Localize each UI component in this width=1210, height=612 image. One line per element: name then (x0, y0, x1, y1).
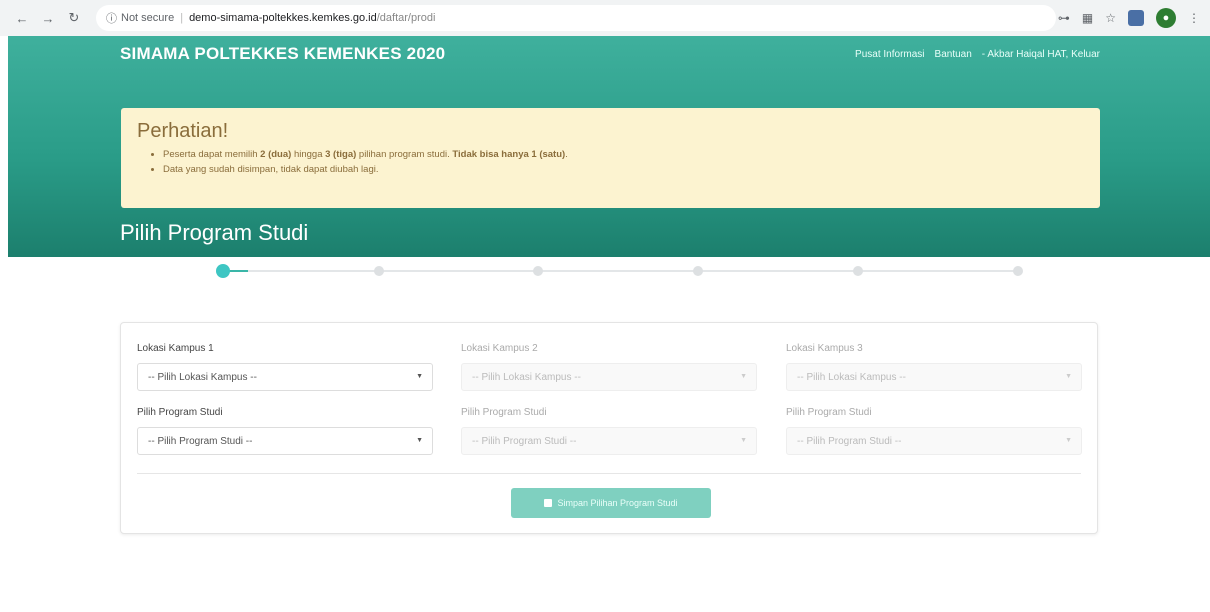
campus-2-select[interactable]: -- Pilih Lokasi Kampus -- ▼ (461, 363, 757, 391)
nav-user-logout[interactable]: - Akbar Haiqal HAT, Keluar (982, 49, 1100, 60)
prodi-1-select[interactable]: -- Pilih Program Studi -- ▼ (137, 427, 433, 455)
step-2-dot (374, 266, 384, 276)
prodi-form-card: Lokasi Kampus 1 -- Pilih Lokasi Kampus -… (120, 322, 1098, 534)
security-label: Not secure (121, 12, 175, 24)
campus-2-label: Lokasi Kampus 2 (461, 343, 538, 354)
alert-item-1-mid-2: pilihan program studi. (356, 149, 453, 160)
reload-icon[interactable]: ↻ (62, 6, 86, 30)
alert-item-2: Data yang sudah disimpan, tidak dapat di… (163, 164, 1084, 175)
top-nav: Pusat Informasi Bantuan - Akbar Haiqal H… (855, 49, 1100, 60)
campus-3-value: -- Pilih Lokasi Kampus -- (797, 371, 906, 383)
nav-bantuan[interactable]: Bantuan (935, 49, 972, 60)
menu-dots-icon[interactable]: ⋮ (1188, 11, 1200, 25)
step-3-dot (533, 266, 543, 276)
caret-down-icon: ▼ (416, 373, 423, 380)
prodi-2-field: Pilih Program Studi -- Pilih Program Stu… (461, 407, 757, 455)
campus-3-label: Lokasi Kampus 3 (786, 343, 863, 354)
url-path: /daftar/prodi (376, 12, 436, 24)
alert-item-1-bold-3: Tidak bisa hanya 1 (satu) (452, 149, 566, 160)
campus-3-field: Lokasi Kampus 3 -- Pilih Lokasi Kampus -… (786, 343, 1082, 391)
translate-icon[interactable]: ▦ (1082, 11, 1093, 25)
alert-item-1-end: . (565, 149, 568, 160)
caret-down-icon: ▼ (416, 437, 423, 444)
campus-1-value: -- Pilih Lokasi Kampus -- (148, 371, 257, 383)
campus-1-field: Lokasi Kampus 1 -- Pilih Lokasi Kampus -… (137, 343, 433, 391)
browser-actions: ⊶ ▦ ☆ ● ⋮ (1058, 8, 1200, 28)
campus-1-label: Lokasi Kampus 1 (137, 343, 214, 354)
progress-stepper (216, 264, 1023, 278)
campus-3-select[interactable]: -- Pilih Lokasi Kampus -- ▼ (786, 363, 1082, 391)
page-header: SIMAMA POLTEKKES KEMENKES 2020 Pusat Inf… (8, 36, 1210, 257)
extension-icon[interactable] (1128, 10, 1144, 26)
save-prodi-button[interactable]: Simpan Pilihan Program Studi (511, 488, 711, 518)
profile-avatar-icon[interactable]: ● (1156, 8, 1176, 28)
step-1-dot (216, 264, 230, 278)
campus-2-field: Lokasi Kampus 2 -- Pilih Lokasi Kampus -… (461, 343, 757, 391)
alert-list: Peserta dapat memilih 2 (dua) hingga 3 (… (137, 149, 1084, 175)
prodi-3-field: Pilih Program Studi -- Pilih Program Stu… (786, 407, 1082, 455)
alert-title: Perhatian! (137, 120, 229, 142)
prodi-3-label: Pilih Program Studi (786, 407, 872, 418)
prodi-1-label: Pilih Program Studi (137, 407, 223, 418)
nav-pusat-informasi[interactable]: Pusat Informasi (855, 49, 924, 60)
caret-down-icon: ▼ (740, 437, 747, 444)
step-6-dot (1013, 266, 1023, 276)
back-arrow-icon[interactable]: ← (10, 6, 34, 30)
alert-item-1-bold-1: 2 (dua) (260, 149, 292, 160)
forward-arrow-icon[interactable]: → (36, 6, 60, 30)
warning-alert: Perhatian! Peserta dapat memilih 2 (dua)… (121, 108, 1100, 208)
caret-down-icon: ▼ (740, 373, 747, 380)
save-icon (544, 499, 553, 507)
site-brand[interactable]: SIMAMA POLTEKKES KEMENKES 2020 (120, 44, 445, 64)
browser-toolbar: ← → ↻ ⓘ Not secure | demo-simama-poltekk… (0, 0, 1210, 36)
url-host: demo-simama-poltekkes.kemkes.go.id (189, 12, 377, 24)
alert-item-1-pre: Peserta dapat memilih (163, 149, 261, 160)
alert-item-1: Peserta dapat memilih 2 (dua) hingga 3 (… (163, 149, 1084, 160)
prodi-2-value: -- Pilih Program Studi -- (472, 435, 577, 447)
caret-down-icon: ▼ (1065, 437, 1072, 444)
step-4-dot (693, 266, 703, 276)
prodi-1-field: Pilih Program Studi -- Pilih Program Stu… (137, 407, 433, 455)
form-divider (137, 473, 1081, 474)
prodi-3-value: -- Pilih Program Studi -- (797, 435, 902, 447)
alert-item-1-bold-2: 3 (tiga) (325, 149, 357, 160)
prodi-3-select[interactable]: -- Pilih Program Studi -- ▼ (786, 427, 1082, 455)
campus-1-select[interactable]: -- Pilih Lokasi Kampus -- ▼ (137, 363, 433, 391)
prodi-2-select[interactable]: -- Pilih Program Studi -- ▼ (461, 427, 757, 455)
prodi-2-label: Pilih Program Studi (461, 407, 547, 418)
stepper-track (218, 270, 1020, 272)
key-icon[interactable]: ⊶ (1058, 11, 1070, 25)
save-prodi-button-label: Simpan Pilihan Program Studi (557, 498, 678, 508)
page-title: Pilih Program Studi (120, 220, 309, 245)
campus-2-value: -- Pilih Lokasi Kampus -- (472, 371, 581, 383)
prodi-1-value: -- Pilih Program Studi -- (148, 435, 253, 447)
info-icon[interactable]: ⓘ (106, 10, 117, 26)
caret-down-icon: ▼ (1065, 373, 1072, 380)
star-icon[interactable]: ☆ (1105, 11, 1116, 25)
address-bar[interactable]: ⓘ Not secure | demo-simama-poltekkes.kem… (96, 5, 1056, 31)
alert-item-1-mid-1: hingga (291, 149, 326, 160)
step-5-dot (853, 266, 863, 276)
omnibox-separator: | (180, 12, 184, 24)
